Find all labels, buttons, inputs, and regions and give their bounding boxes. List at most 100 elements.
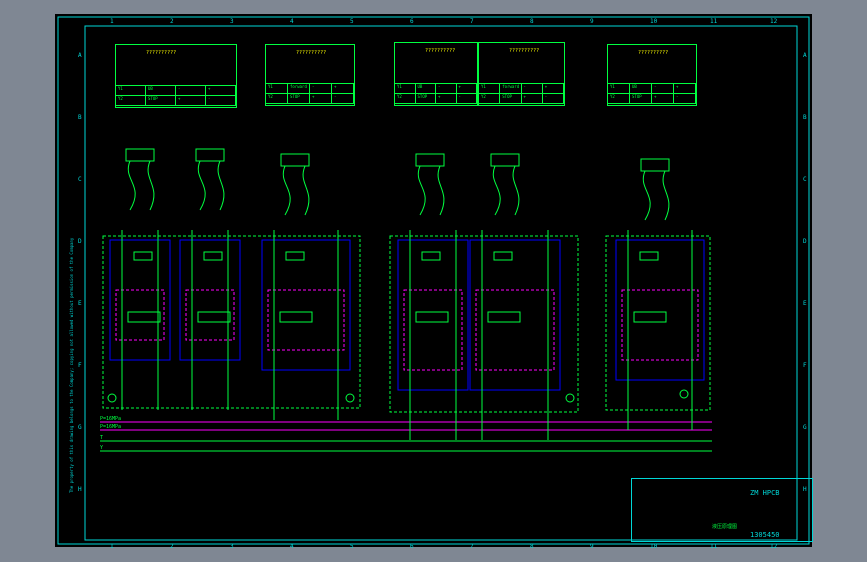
column-number: 7 bbox=[470, 18, 474, 25]
table-title: ?????????? bbox=[146, 50, 177, 56]
table-cell: - bbox=[652, 84, 674, 93]
table-cell: + bbox=[652, 94, 674, 103]
io-table: ?????????? Y1 UB - + Y2 STOP + - bbox=[115, 44, 237, 108]
column-number: 8 bbox=[530, 543, 534, 550]
table-cell: - bbox=[436, 84, 457, 93]
row-letter: F bbox=[78, 362, 82, 369]
table-cell: + bbox=[674, 84, 696, 93]
table-cell: Y1 bbox=[395, 84, 416, 93]
table-cell: + bbox=[522, 94, 543, 103]
column-number: 10 bbox=[650, 18, 658, 25]
table-row: Y2 STOP + - bbox=[479, 94, 564, 104]
row-letter: G bbox=[803, 424, 807, 431]
row-letter: G bbox=[78, 424, 82, 431]
table-cell: - bbox=[457, 94, 477, 103]
row-letter: C bbox=[78, 176, 82, 183]
column-number: 1 bbox=[110, 18, 114, 25]
column-number: 1 bbox=[110, 543, 114, 550]
table-cell: Y1 bbox=[608, 84, 630, 93]
table-cell: - bbox=[674, 94, 696, 103]
sheet-name: 液压原理图 bbox=[712, 524, 738, 530]
row-letter: A bbox=[78, 52, 82, 59]
column-number: 5 bbox=[350, 18, 354, 25]
table-cell: UB bbox=[630, 84, 652, 93]
table-cell: - bbox=[522, 84, 543, 93]
row-letter: F bbox=[803, 362, 807, 369]
column-number: 6 bbox=[410, 543, 414, 550]
side-note: The property of this drawing belongs to … bbox=[69, 237, 74, 493]
row-letter: H bbox=[78, 486, 82, 493]
table-row: Y1 UB - + bbox=[395, 84, 477, 94]
table-row: Y2 STOP + - bbox=[608, 94, 696, 104]
row-letter: A bbox=[803, 52, 807, 59]
table-cell: + bbox=[436, 94, 457, 103]
io-table: ?????????? Y1 forward - + Y2 STOP + - bbox=[265, 44, 355, 106]
table-cell: forward bbox=[288, 84, 310, 93]
table-cell: Y2 bbox=[116, 96, 146, 105]
column-number: 2 bbox=[170, 18, 174, 25]
table-cell: STOP bbox=[416, 94, 436, 103]
table-row: Y2 STOP + - bbox=[395, 94, 477, 104]
column-number: 3 bbox=[230, 18, 234, 25]
column-number: 4 bbox=[290, 18, 294, 25]
table-cell: - bbox=[206, 96, 236, 105]
table-cell: Y2 bbox=[608, 94, 630, 103]
table-cell: Y1 bbox=[479, 84, 501, 93]
table-cell: Y2 bbox=[395, 94, 416, 103]
table-row: Y2 STOP + - bbox=[266, 94, 354, 104]
table-cell: + bbox=[176, 96, 206, 105]
table-cell: + bbox=[332, 84, 354, 93]
table-cell: + bbox=[206, 86, 236, 95]
column-number: 12 bbox=[770, 18, 778, 25]
table-row: Y2 STOP + - bbox=[116, 96, 236, 106]
table-cell: STOP bbox=[146, 96, 176, 105]
column-number: 7 bbox=[470, 543, 474, 550]
column-number: 11 bbox=[710, 543, 718, 550]
table-cell: Y2 bbox=[266, 94, 288, 103]
table-cell: + bbox=[457, 84, 477, 93]
row-letter: D bbox=[803, 238, 807, 245]
column-number: 8 bbox=[530, 18, 534, 25]
column-number: 11 bbox=[710, 18, 718, 25]
column-number: 5 bbox=[350, 543, 354, 550]
table-row: Y1 forward - + bbox=[266, 84, 354, 94]
table-cell: Y1 bbox=[266, 84, 288, 93]
row-letter: E bbox=[78, 300, 82, 307]
io-table: ?????????? Y1 forward - + Y2 STOP + - bbox=[478, 42, 565, 106]
column-number: 9 bbox=[590, 543, 594, 550]
logo-text: ZM HPCB bbox=[750, 489, 780, 497]
table-cell: UB bbox=[146, 86, 176, 95]
table-cell: + bbox=[310, 94, 332, 103]
table-row: Y1 UB - + bbox=[116, 86, 236, 96]
column-number: 12 bbox=[770, 543, 778, 550]
table-cell: forward bbox=[500, 84, 522, 93]
table-title: ?????????? bbox=[425, 48, 456, 54]
column-number: 9 bbox=[590, 18, 594, 25]
column-number: 3 bbox=[230, 543, 234, 550]
table-title: ?????????? bbox=[509, 48, 540, 54]
column-number: 4 bbox=[290, 543, 294, 550]
row-letter: C bbox=[803, 176, 807, 183]
column-number: 10 bbox=[650, 543, 658, 550]
table-row: Y1 forward - + bbox=[479, 84, 564, 94]
table-cell: - bbox=[332, 94, 354, 103]
table-cell: - bbox=[543, 94, 564, 103]
io-table: ?????????? Y1 UB - + Y2 STOP + - bbox=[607, 44, 697, 106]
column-number: 6 bbox=[410, 18, 414, 25]
drawing-number: 1305450 bbox=[750, 531, 780, 539]
table-title: ?????????? bbox=[638, 50, 669, 56]
table-cell: STOP bbox=[500, 94, 522, 103]
column-number: 2 bbox=[170, 543, 174, 550]
table-cell: - bbox=[176, 86, 206, 95]
title-block: ZM HPCB 液压原理图 1305450 bbox=[631, 478, 813, 542]
io-table: ?????????? Y1 UB - + Y2 STOP + - bbox=[394, 42, 478, 106]
table-cell: - bbox=[310, 84, 332, 93]
table-cell: STOP bbox=[288, 94, 310, 103]
table-cell: UB bbox=[416, 84, 436, 93]
row-letter: D bbox=[78, 238, 82, 245]
table-cell: Y1 bbox=[116, 86, 146, 95]
row-letter: B bbox=[78, 114, 82, 121]
table-cell: Y2 bbox=[479, 94, 501, 103]
row-letter: E bbox=[803, 300, 807, 307]
table-cell: + bbox=[543, 84, 564, 93]
